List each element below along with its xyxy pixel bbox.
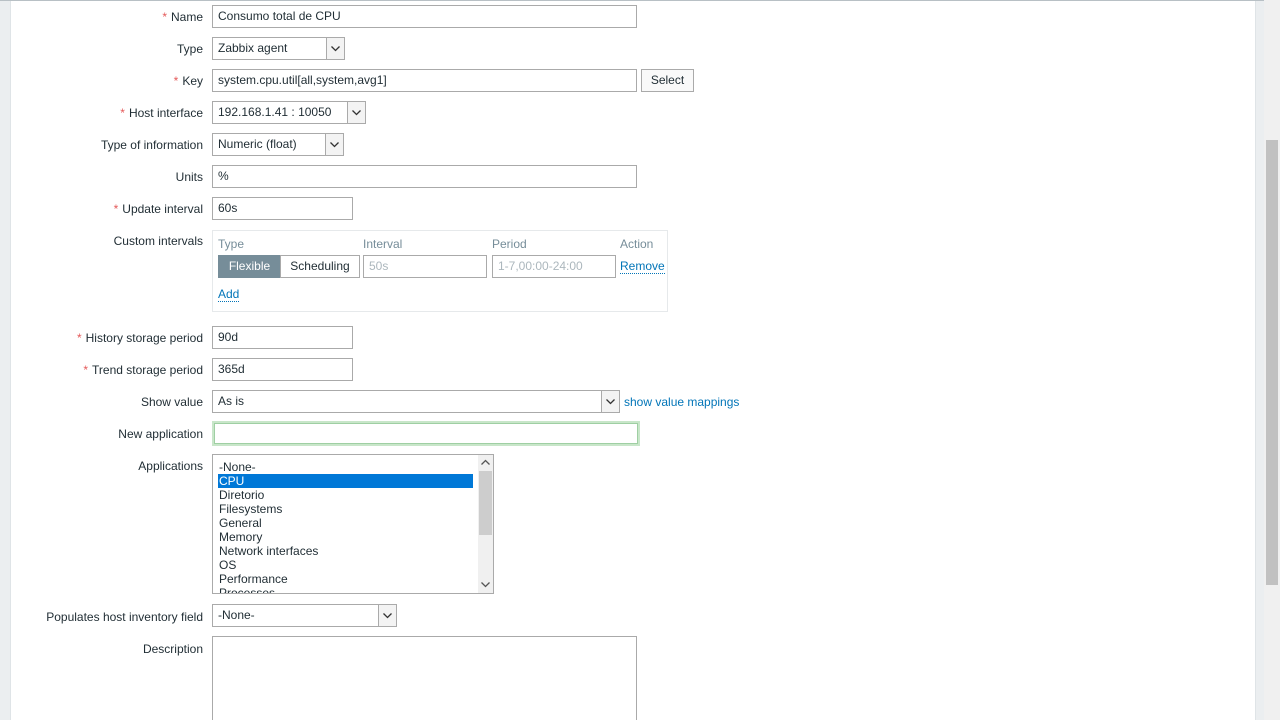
applications-label: Applications <box>138 459 203 473</box>
flexible-toggle[interactable]: Flexible <box>218 255 281 278</box>
page-scroll-thumb[interactable] <box>1266 140 1278 585</box>
key-label: * Key <box>173 74 203 88</box>
show-value-mappings-link[interactable]: show value mappings <box>624 395 739 409</box>
name-input[interactable]: Consumo total de CPU <box>212 5 637 28</box>
new-application-input[interactable] <box>212 421 640 446</box>
list-item[interactable]: CPU <box>218 474 473 488</box>
type-of-information-label: Type of information <box>100 138 203 152</box>
chevron-down-icon <box>347 102 365 123</box>
key-input[interactable]: system.cpu.util[all,system,avg1] <box>212 69 637 92</box>
host-interface-select[interactable]: 192.168.1.41 : 10050 <box>212 101 366 124</box>
chevron-down-icon <box>326 38 344 59</box>
applications-listbox[interactable]: -None- CPU Diretorio Filesystems General… <box>212 454 494 594</box>
history-label: * History storage period <box>76 331 203 345</box>
show-value-select[interactable]: As is <box>212 390 620 413</box>
ci-header-action: Action <box>620 237 654 251</box>
trend-label: * Trend storage period <box>83 363 203 377</box>
show-value-label: Show value <box>140 395 203 409</box>
ci-header-period: Period <box>492 237 527 251</box>
description-textarea[interactable] <box>212 636 637 720</box>
list-item[interactable]: OS <box>218 558 473 572</box>
list-item[interactable]: -None- <box>218 460 473 474</box>
type-label: Type <box>176 42 203 56</box>
ci-interval-input[interactable]: 50s <box>363 255 487 278</box>
key-select-button[interactable]: Select <box>641 69 694 92</box>
applications-scrollbar[interactable] <box>478 455 493 593</box>
ci-period-input[interactable]: 1-7,00:00-24:00 <box>492 255 616 278</box>
scheduling-toggle[interactable]: Scheduling <box>280 255 360 278</box>
host-interface-label: * Host interface <box>120 106 203 120</box>
units-input[interactable]: % <box>212 165 637 188</box>
type-select[interactable]: Zabbix agent <box>212 37 345 60</box>
type-of-information-select[interactable]: Numeric (float) <box>212 133 344 156</box>
trend-input[interactable]: 365d <box>212 358 353 381</box>
new-application-label: New application <box>118 427 203 441</box>
top-divider <box>0 0 1264 1</box>
chevron-down-icon <box>378 605 396 626</box>
custom-intervals-label: Custom intervals <box>113 234 203 248</box>
list-item[interactable]: General <box>218 516 473 530</box>
list-item[interactable]: Performance <box>218 572 473 586</box>
name-label: * Name <box>162 10 203 24</box>
update-interval-input[interactable]: 60s <box>212 197 353 220</box>
ci-remove-link[interactable]: Remove <box>620 259 665 274</box>
ci-header-type: Type <box>218 237 245 251</box>
inventory-label: Populates host inventory field <box>46 610 203 624</box>
applications-scroll-thumb[interactable] <box>479 471 492 535</box>
custom-intervals-table: Type Interval Period Action Flexible Sch… <box>212 230 668 312</box>
list-item[interactable]: Filesystems <box>218 502 473 516</box>
list-item[interactable]: Memory <box>218 530 473 544</box>
list-item[interactable]: Diretorio <box>218 488 473 502</box>
update-interval-label: * Update interval <box>113 202 203 216</box>
ci-header-interval: Interval <box>363 237 403 251</box>
units-label: Units <box>175 170 203 184</box>
page-scrollbar[interactable] <box>1264 0 1280 720</box>
description-label: Description <box>142 642 203 656</box>
chevron-down-icon[interactable] <box>481 582 490 588</box>
chevron-up-icon[interactable] <box>481 459 490 465</box>
inventory-select[interactable]: -None- <box>212 604 397 627</box>
chevron-down-icon <box>325 134 343 155</box>
list-item[interactable]: Processes <box>218 586 473 593</box>
ci-add-link[interactable]: Add <box>218 287 240 302</box>
list-item[interactable]: Network interfaces <box>218 544 473 558</box>
history-input[interactable]: 90d <box>212 326 353 349</box>
chevron-down-icon <box>601 391 619 412</box>
